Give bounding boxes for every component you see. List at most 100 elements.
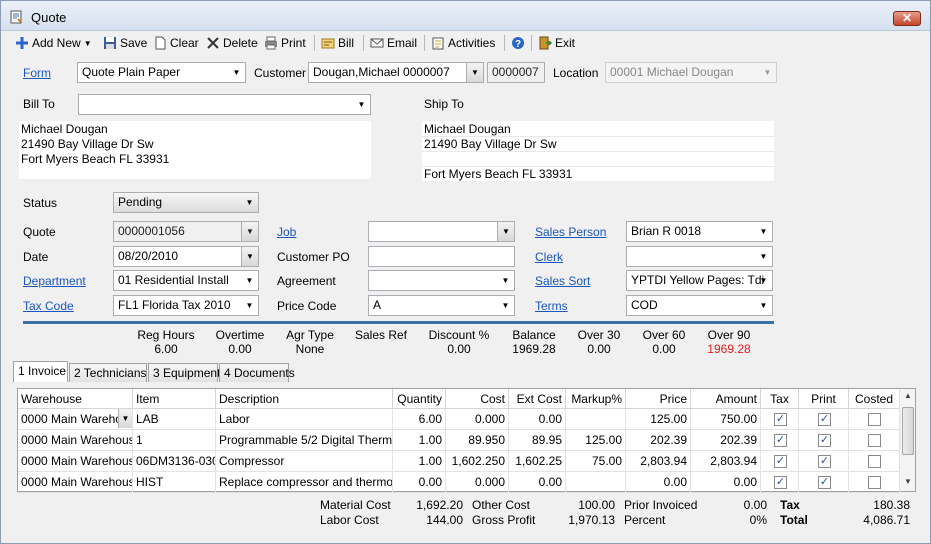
customer-select[interactable]: Dougan,Michael 0000007 ▼ <box>308 62 484 83</box>
cell-price[interactable]: 125.00 <box>626 409 691 430</box>
column-header-warehouse[interactable]: Warehouse <box>18 389 133 409</box>
cell-amount[interactable]: 202.39 <box>691 430 761 451</box>
cell-quantity[interactable]: 6.00 <box>393 409 446 430</box>
agreement-select[interactable]: ▼ <box>368 270 515 291</box>
cell-quantity[interactable]: 1.00 <box>393 451 446 472</box>
costed-checkbox[interactable] <box>868 434 881 447</box>
chevron-down-icon[interactable]: ▼ <box>755 271 772 290</box>
print-checkbox[interactable]: ✓ <box>818 434 831 447</box>
activities-button[interactable]: Activities <box>431 34 495 52</box>
cell-ext-cost[interactable]: 89.95 <box>509 430 566 451</box>
location-select[interactable]: 00001 Michael Dougan ▼ <box>605 62 777 83</box>
costed-checkbox[interactable] <box>868 476 881 489</box>
column-header-markup[interactable]: Markup% <box>566 389 626 409</box>
cell-description[interactable]: Replace compressor and thermosta <box>216 472 393 493</box>
tab-invoice[interactable]: 1 Invoice <box>13 361 68 382</box>
cell-cost[interactable]: 1,602.250 <box>446 451 509 472</box>
cell-cost[interactable]: 0.000 <box>446 472 509 493</box>
chevron-down-icon[interactable]: ▼ <box>241 296 258 315</box>
cell-price[interactable]: 0.00 <box>626 472 691 493</box>
scroll-down-icon[interactable]: ▼ <box>902 477 914 489</box>
ship-to-address[interactable]: Michael Dougan 21490 Bay Village Dr Sw F… <box>422 121 774 181</box>
cell-markup[interactable]: 125.00 <box>566 430 626 451</box>
form-link[interactable]: Form <box>23 66 51 80</box>
cell-item[interactable]: LAB <box>133 409 216 430</box>
chevron-down-icon[interactable]: ▼ <box>759 63 776 82</box>
date-picker[interactable]: 08/20/2010 ▼ <box>113 246 259 267</box>
bill-button[interactable]: Bill <box>321 34 354 52</box>
column-header-quantity[interactable]: Quantity <box>393 389 446 409</box>
cell-cost[interactable]: 89.950 <box>446 430 509 451</box>
tax-checkbox[interactable]: ✓ <box>774 413 787 426</box>
sales-sort-link[interactable]: Sales Sort <box>535 274 590 288</box>
status-select[interactable]: Pending ▼ <box>113 192 259 213</box>
cell-item[interactable]: 1 <box>133 430 216 451</box>
costed-checkbox[interactable] <box>868 455 881 468</box>
clerk-link[interactable]: Clerk <box>535 250 563 264</box>
tab-documents[interactable]: 4 Documents <box>219 363 295 382</box>
costed-checkbox[interactable] <box>868 413 881 426</box>
bill-to-select[interactable]: ▼ <box>78 94 371 115</box>
tax-checkbox[interactable]: ✓ <box>774 476 787 489</box>
cell-amount[interactable]: 0.00 <box>691 472 761 493</box>
chevron-down-icon[interactable]: ▼ <box>497 271 514 290</box>
column-header-costed[interactable]: Costed <box>849 389 900 409</box>
sales-sort-select[interactable]: YPTDI Yellow Pages: Tdi ▼ <box>626 270 773 291</box>
scroll-up-icon[interactable]: ▲ <box>902 391 914 403</box>
cell-markup[interactable] <box>566 409 626 430</box>
tab-equipment[interactable]: 3 Equipment <box>148 363 220 382</box>
chevron-down-icon[interactable]: ▼ <box>84 39 92 48</box>
cell-description[interactable]: Programmable 5/2 Digital Thermost <box>216 430 393 451</box>
cell-description[interactable]: Compressor <box>216 451 393 472</box>
bill-to-address[interactable]: Michael Dougan 21490 Bay Village Dr Sw F… <box>19 121 371 179</box>
sales-person-select[interactable]: Brian R 0018 ▼ <box>626 221 773 242</box>
vertical-scrollbar[interactable]: ▲ ▼ <box>899 389 915 491</box>
print-checkbox[interactable]: ✓ <box>818 476 831 489</box>
chevron-down-icon[interactable]: ▼ <box>228 63 245 82</box>
tab-technicians[interactable]: 2 Technicians <box>69 363 147 382</box>
job-select[interactable]: ▼ <box>368 221 515 242</box>
print-button[interactable]: Print <box>264 34 306 52</box>
quote-number-field[interactable]: 0000001056 ▼ <box>113 221 259 242</box>
tax-code-select[interactable]: FL1 Florida Tax 2010 ▼ <box>113 295 259 316</box>
chevron-down-icon[interactable]: ▼ <box>241 271 258 290</box>
column-header-price[interactable]: Price <box>626 389 691 409</box>
chevron-down-icon[interactable]: ▼ <box>118 409 132 428</box>
cell-quantity[interactable]: 1.00 <box>393 430 446 451</box>
cell-price[interactable]: 202.39 <box>626 430 691 451</box>
cell-warehouse[interactable]: 0000 Main Warehouse <box>18 451 133 472</box>
cell-quantity[interactable]: 0.00 <box>393 472 446 493</box>
terms-link[interactable]: Terms <box>535 299 568 313</box>
chevron-down-icon[interactable]: ▼ <box>353 95 370 114</box>
tax-checkbox[interactable]: ✓ <box>774 455 787 468</box>
department-link[interactable]: Department <box>23 274 86 288</box>
cell-item[interactable]: HIST <box>133 472 216 493</box>
column-header-ext-cost[interactable]: Ext Cost <box>509 389 566 409</box>
cell-warehouse[interactable]: 0000 Main Wareho ▼ <box>18 409 133 430</box>
print-checkbox[interactable]: ✓ <box>818 455 831 468</box>
chevron-down-icon[interactable]: ▼ <box>755 296 772 315</box>
price-code-select[interactable]: A ▼ <box>368 295 515 316</box>
chevron-down-icon[interactable]: ▼ <box>755 222 772 241</box>
column-header-print[interactable]: Print <box>799 389 849 409</box>
column-header-amount[interactable]: Amount <box>691 389 761 409</box>
column-header-item[interactable]: Item <box>133 389 216 409</box>
chevron-down-icon[interactable]: ▼ <box>497 296 514 315</box>
cell-ext-cost[interactable]: 0.00 <box>509 409 566 430</box>
tax-code-link[interactable]: Tax Code <box>23 299 74 313</box>
email-button[interactable]: Email <box>370 34 417 52</box>
scroll-thumb[interactable] <box>902 407 914 455</box>
chevron-down-icon[interactable]: ▼ <box>241 193 258 212</box>
cell-amount[interactable]: 2,803.94 <box>691 451 761 472</box>
cell-item[interactable]: 06DM3136-0300 <box>133 451 216 472</box>
close-button[interactable]: ✕ <box>893 11 921 26</box>
terms-select[interactable]: COD ▼ <box>626 295 773 316</box>
exit-button[interactable]: Exit <box>538 34 575 52</box>
customer-po-input[interactable] <box>368 246 515 267</box>
clear-button[interactable]: Clear <box>153 34 199 52</box>
cell-ext-cost[interactable]: 1,602.25 <box>509 451 566 472</box>
cell-description[interactable]: Labor <box>216 409 393 430</box>
department-select[interactable]: 01 Residential Install ▼ <box>113 270 259 291</box>
help-button[interactable]: ? <box>511 34 525 52</box>
column-header-tax[interactable]: Tax <box>761 389 799 409</box>
